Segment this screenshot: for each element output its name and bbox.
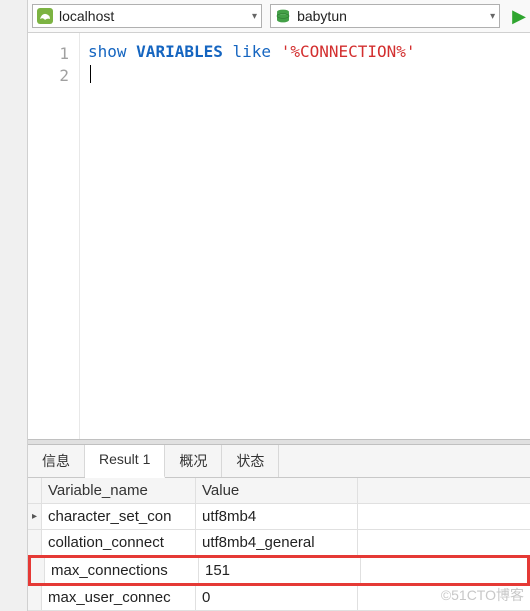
cell-value[interactable]: 151 xyxy=(199,558,361,583)
line-number: 2 xyxy=(28,63,79,85)
line-number-gutter: 1 2 xyxy=(28,33,80,439)
run-icon[interactable]: ▶ xyxy=(508,6,526,27)
database-label: babytun xyxy=(297,8,484,24)
connection-selector[interactable]: localhost ▾ xyxy=(32,4,262,28)
chevron-down-icon: ▾ xyxy=(252,11,257,22)
code-area[interactable]: show VARIABLES like '%CONNECTION%' xyxy=(80,33,530,439)
tab-status[interactable]: 状态 xyxy=(222,445,279,477)
table-row-highlighted[interactable]: max_connections 151 xyxy=(28,555,530,586)
cell-variable-name[interactable]: max_user_connec xyxy=(42,585,196,610)
text-caret xyxy=(90,65,91,83)
line-number: 1 xyxy=(28,41,79,63)
cell-value[interactable]: 0 xyxy=(196,585,358,610)
result-tabs: 信息 Result 1 概况 状态 xyxy=(28,445,530,478)
tab-profile[interactable]: 概况 xyxy=(165,445,222,477)
connection-label: localhost xyxy=(59,8,246,24)
current-row-icon: ▸ xyxy=(28,504,42,529)
cell-value[interactable]: utf8mb4 xyxy=(196,504,358,529)
top-toolbar: localhost ▾ babytun ▾ ▶ xyxy=(28,0,530,33)
row-handle xyxy=(31,558,45,583)
row-handle xyxy=(28,530,42,555)
tab-info[interactable]: 信息 xyxy=(28,445,85,477)
code-line: show VARIABLES like '%CONNECTION%' xyxy=(88,41,524,63)
vertical-toolbar xyxy=(0,0,28,611)
grid-header: Variable_name Value xyxy=(28,478,530,504)
column-header-name[interactable]: Variable_name xyxy=(42,478,196,503)
table-row[interactable]: max_user_connec 0 xyxy=(28,585,530,611)
chevron-down-icon: ▾ xyxy=(490,11,495,22)
sql-editor[interactable]: 1 2 show VARIABLES like '%CONNECTION%' xyxy=(28,33,530,439)
database-selector[interactable]: babytun ▾ xyxy=(270,4,500,28)
cell-variable-name[interactable]: collation_connect xyxy=(42,530,196,555)
result-grid: Variable_name Value ▸ character_set_con … xyxy=(28,478,530,611)
cell-variable-name[interactable]: character_set_con xyxy=(42,504,196,529)
table-row[interactable]: collation_connect utf8mb4_general xyxy=(28,530,530,556)
database-icon xyxy=(275,8,291,24)
row-handle xyxy=(28,585,42,610)
cell-value[interactable]: utf8mb4_general xyxy=(196,530,358,555)
table-row[interactable]: ▸ character_set_con utf8mb4 xyxy=(28,504,530,530)
column-header-value[interactable]: Value xyxy=(196,478,358,503)
tab-result-1[interactable]: Result 1 xyxy=(85,445,165,478)
dolphin-icon xyxy=(37,8,53,24)
row-handle-header xyxy=(28,478,42,503)
code-line xyxy=(88,63,524,85)
cell-variable-name[interactable]: max_connections xyxy=(45,558,199,583)
